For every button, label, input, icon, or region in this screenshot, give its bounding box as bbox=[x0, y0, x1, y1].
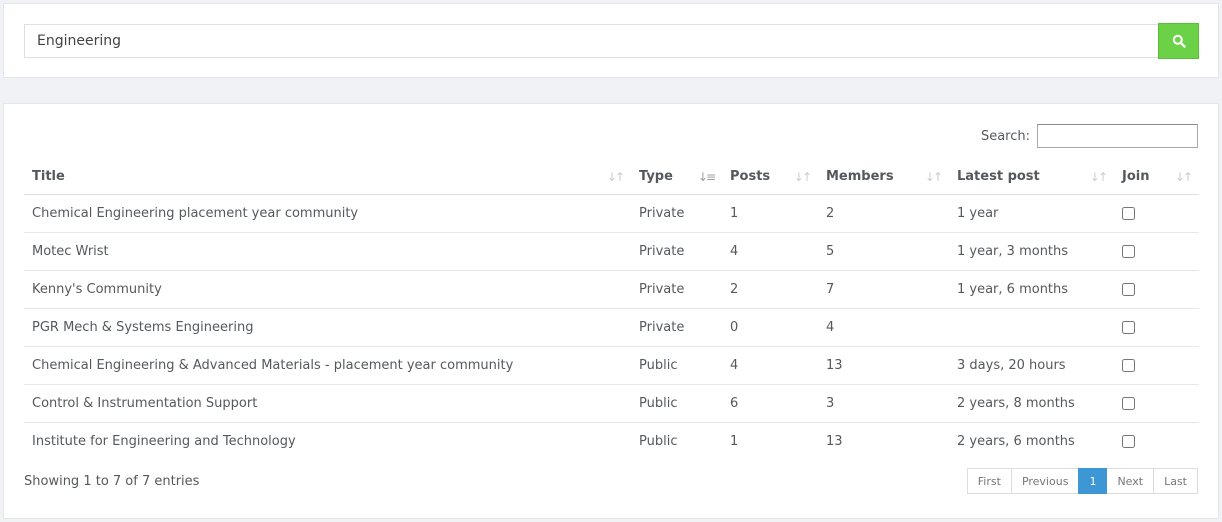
table-header-row: Title ↓↑ Type ↓≡ Posts ↓↑ Members ↓↑ Latest … bbox=[24, 160, 1199, 195]
cell-latest-post: 1 year bbox=[949, 194, 1114, 233]
cell-type: Private bbox=[631, 308, 722, 347]
cell-join bbox=[1114, 308, 1199, 347]
join-checkbox[interactable] bbox=[1122, 358, 1135, 372]
cell-type: Public bbox=[631, 384, 722, 423]
join-checkbox[interactable] bbox=[1122, 396, 1135, 410]
pagination-page-current[interactable]: 1 bbox=[1078, 468, 1108, 494]
cell-posts: 1 bbox=[722, 194, 818, 233]
cell-latest-post: 2 years, 8 months bbox=[949, 384, 1114, 423]
cell-members: 7 bbox=[818, 270, 949, 309]
sort-icon: ↓↑ bbox=[1174, 169, 1193, 184]
sort-icon: ↓↑ bbox=[606, 169, 625, 184]
cell-posts: 1 bbox=[730, 433, 739, 449]
sort-ascending-icon: ↓≡ bbox=[697, 169, 716, 184]
cell-posts: 4 bbox=[722, 232, 818, 271]
cell-title: Chemical Engineering & Advanced Material… bbox=[24, 346, 631, 385]
cell-join bbox=[1114, 194, 1199, 233]
search-panel bbox=[3, 3, 1219, 78]
community-search-input[interactable] bbox=[24, 24, 1159, 58]
column-header-members[interactable]: Members ↓↑ bbox=[818, 160, 949, 195]
cell-type: Private bbox=[631, 194, 722, 233]
sort-icon: ↓↑ bbox=[1089, 169, 1108, 184]
cell-title: Motec Wrist bbox=[24, 232, 631, 271]
table-row: Motec Wrist Private 4 5 1 year, 3 months bbox=[24, 232, 1199, 271]
cell-join bbox=[1114, 346, 1199, 385]
pagination-last[interactable]: Last bbox=[1153, 468, 1198, 494]
cell-members: 2 bbox=[818, 194, 949, 233]
table-row: Chemical Engineering placement year comm… bbox=[24, 194, 1199, 233]
search-icon bbox=[1172, 34, 1186, 48]
sort-icon: ↓↑ bbox=[793, 169, 812, 184]
table-search-label: Search: bbox=[980, 128, 1030, 144]
cell-latest-post: 1 year, 3 months bbox=[949, 232, 1114, 271]
cell-type: Public bbox=[631, 346, 722, 385]
cell-join bbox=[1114, 232, 1199, 271]
sort-icon: ↓↑ bbox=[924, 169, 943, 184]
table-row: PGR Mech & Systems Engineering Private 0… bbox=[24, 308, 1199, 347]
cell-members: 13 bbox=[826, 433, 843, 449]
cell-type: Private bbox=[631, 270, 722, 309]
cell-title: Institute for Engineering and Technology bbox=[32, 433, 296, 449]
pagination: First Previous 1 Next Last bbox=[966, 468, 1198, 494]
cell-members: 3 bbox=[818, 384, 949, 423]
cell-type: Private bbox=[631, 232, 722, 271]
communities-table: Title ↓↑ Type ↓≡ Posts ↓↑ Members ↓↑ Latest … bbox=[24, 160, 1199, 460]
cell-join bbox=[1114, 384, 1199, 423]
cell-posts: 4 bbox=[722, 346, 818, 385]
cell-latest-post: 2 years, 6 months bbox=[957, 433, 1075, 449]
column-header-posts[interactable]: Posts ↓↑ bbox=[722, 160, 818, 195]
table-row: Control & Instrumentation Support Public… bbox=[24, 384, 1199, 423]
cell-title: Control & Instrumentation Support bbox=[24, 384, 631, 423]
table-search: Search: bbox=[981, 124, 1198, 148]
cell-latest-post bbox=[949, 308, 1114, 347]
results-panel: Search: Title ↓↑ Type ↓≡ Posts ↓↑ Members ↓↑… bbox=[3, 103, 1219, 519]
cell-join bbox=[1114, 422, 1199, 460]
pagination-next[interactable]: Next bbox=[1106, 468, 1155, 494]
join-checkbox[interactable] bbox=[1122, 244, 1135, 258]
column-header-type[interactable]: Type ↓≡ bbox=[631, 160, 722, 195]
cell-title: PGR Mech & Systems Engineering bbox=[24, 308, 631, 347]
column-header-title[interactable]: Title ↓↑ bbox=[24, 160, 631, 195]
table-info: Showing 1 to 7 of 7 entries bbox=[24, 474, 200, 489]
column-header-latest-post[interactable]: Latest post ↓↑ bbox=[949, 160, 1114, 195]
cell-posts: 2 bbox=[722, 270, 818, 309]
cell-type: Public bbox=[639, 433, 678, 449]
table-search-input[interactable] bbox=[1037, 124, 1198, 148]
cell-posts: 0 bbox=[722, 308, 818, 347]
column-header-join[interactable]: Join ↓↑ bbox=[1114, 160, 1199, 195]
cell-title: Kenny's Community bbox=[24, 270, 631, 309]
join-checkbox[interactable] bbox=[1122, 320, 1135, 334]
search-button[interactable] bbox=[1158, 23, 1199, 59]
join-checkbox[interactable] bbox=[1122, 206, 1135, 220]
table-row: Kenny's Community Private 2 7 1 year, 6 … bbox=[24, 270, 1199, 309]
pagination-first[interactable]: First bbox=[966, 468, 1012, 494]
cell-members: 13 bbox=[818, 346, 949, 385]
cell-members: 4 bbox=[818, 308, 949, 347]
cell-posts: 6 bbox=[722, 384, 818, 423]
pagination-previous[interactable]: Previous bbox=[1010, 468, 1080, 494]
join-checkbox[interactable] bbox=[1122, 282, 1135, 296]
cell-join bbox=[1114, 270, 1199, 309]
cell-title: Chemical Engineering placement year comm… bbox=[24, 194, 631, 233]
cell-latest-post: 1 year, 6 months bbox=[949, 270, 1114, 309]
cell-members: 5 bbox=[818, 232, 949, 271]
table-row: Chemical Engineering & Advanced Material… bbox=[24, 346, 1199, 385]
cell-latest-post: 3 days, 20 hours bbox=[949, 346, 1114, 385]
join-checkbox[interactable] bbox=[1122, 434, 1135, 448]
table-row: Institute for Engineering and Technology… bbox=[24, 422, 1199, 460]
